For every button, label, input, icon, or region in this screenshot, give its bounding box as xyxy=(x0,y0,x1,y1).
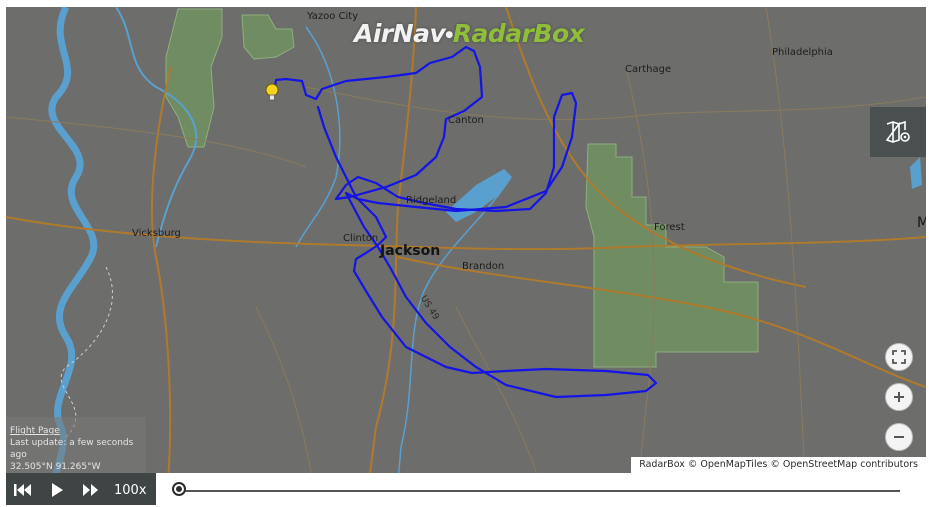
flight-info-panel: Flight Page Last update: a few seconds a… xyxy=(6,417,146,473)
skip-back-icon xyxy=(14,484,31,496)
city-label-forest: Forest xyxy=(654,222,685,233)
city-label-carthage: Carthage xyxy=(625,64,672,75)
fast-forward-icon xyxy=(83,484,98,496)
fullscreen-button[interactable] xyxy=(885,343,913,371)
logo-dot: ● xyxy=(445,30,453,40)
playback-speed[interactable]: 100x xyxy=(114,483,147,498)
skip-back-button[interactable] xyxy=(6,473,40,505)
map-settings-icon xyxy=(885,120,910,143)
last-update-text: Last update: a few seconds ago xyxy=(10,438,134,460)
zoom-in-button[interactable] xyxy=(885,383,913,411)
play-icon xyxy=(52,483,63,497)
city-label-canton: Canton xyxy=(448,115,484,126)
playback-controls: 100x xyxy=(6,473,156,505)
zoom-out-button[interactable] xyxy=(885,423,913,451)
logo-text-airnav: AirNav xyxy=(354,19,446,48)
map-view[interactable]: Yazoo City Philadelphia Carthage Canton … xyxy=(6,7,926,505)
minus-icon xyxy=(894,436,904,438)
plus-icon xyxy=(894,392,904,402)
map-settings-button[interactable] xyxy=(870,107,926,157)
flight-page-link[interactable]: Flight Page xyxy=(10,425,142,437)
city-label-clinton: Clinton xyxy=(343,233,379,244)
city-label-yazoo-city: Yazoo City xyxy=(307,11,359,22)
map-attribution[interactable]: RadarBox © OpenMapTiles © OpenStreetMap … xyxy=(631,457,926,473)
lightbulb-marker-icon[interactable] xyxy=(265,83,279,103)
airnav-radarbox-logo: AirNav●RadarBox xyxy=(354,19,585,48)
playback-timeline-handle[interactable] xyxy=(172,482,186,496)
city-label-brandon: Brandon xyxy=(462,261,505,272)
logo-text-radarbox: RadarBox xyxy=(452,19,585,48)
playback-bar: 100x xyxy=(6,473,926,505)
fullscreen-icon xyxy=(892,350,906,364)
city-label-philadelphia: Philadelphia xyxy=(772,47,833,58)
city-label-vicksburg: Vicksburg xyxy=(132,228,181,239)
playback-timeline[interactable] xyxy=(178,490,900,492)
city-label-m: M xyxy=(917,215,926,231)
coordinates-text: 32.505°N 91.265°W xyxy=(10,462,101,472)
play-button[interactable] xyxy=(40,473,74,505)
city-label-jackson: Jackson xyxy=(380,243,441,259)
city-label-ridgeland: Ridgeland xyxy=(406,195,457,206)
fast-forward-button[interactable] xyxy=(74,473,108,505)
